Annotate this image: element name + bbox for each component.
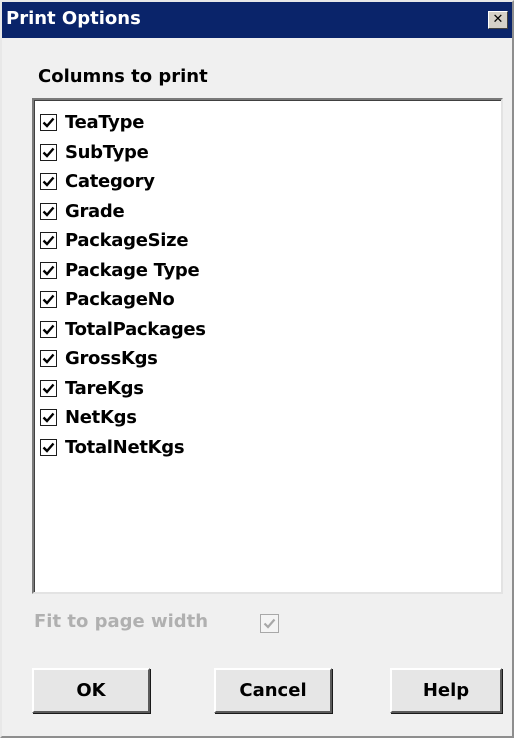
checkmark-icon xyxy=(42,442,55,453)
checkmark-icon xyxy=(42,412,55,424)
column-checkbox[interactable] xyxy=(40,232,57,250)
column-label: NetKgs xyxy=(65,407,137,429)
column-label: TareKgs xyxy=(65,377,144,399)
columns-list: TeaType SubType Category Grade PackageSize Pa… xyxy=(40,108,206,462)
checkmark-icon xyxy=(42,117,55,129)
checkmark-icon xyxy=(42,383,55,394)
close-icon: ✕ xyxy=(492,12,504,27)
checkmark-icon xyxy=(42,265,55,276)
column-list-item[interactable]: Grade xyxy=(40,197,206,227)
column-list-item[interactable]: GrossKgs xyxy=(40,344,206,374)
column-label: TotalNetKgs xyxy=(65,436,185,458)
column-checkbox[interactable] xyxy=(40,143,57,161)
column-checkbox[interactable] xyxy=(40,350,57,368)
column-list-item[interactable]: Package Type xyxy=(40,256,206,286)
column-list-item[interactable]: TotalPackages xyxy=(40,315,206,345)
column-label: GrossKgs xyxy=(65,348,158,370)
title-bar[interactable]: Print Options ✕ xyxy=(2,2,512,38)
print-options-dialog: Print Options ✕ Columns to print TeaType… xyxy=(0,0,514,738)
column-list-item[interactable]: SubType xyxy=(40,138,206,168)
checkmark-icon xyxy=(263,618,276,629)
column-list-item[interactable]: PackageNo xyxy=(40,285,206,315)
column-checkbox[interactable] xyxy=(40,261,57,279)
column-checkbox[interactable] xyxy=(40,379,57,397)
column-list-item[interactable]: TareKgs xyxy=(40,374,206,404)
checkmark-icon xyxy=(42,353,55,365)
fit-to-page-width-checkbox[interactable] xyxy=(260,614,279,633)
checkmark-icon xyxy=(42,324,55,335)
checkmark-icon xyxy=(42,176,55,188)
column-checkbox[interactable] xyxy=(40,202,57,220)
column-checkbox[interactable] xyxy=(40,320,57,338)
column-checkbox[interactable] xyxy=(40,114,57,132)
checkmark-icon xyxy=(42,294,55,306)
column-label: PackageSize xyxy=(65,230,189,252)
checkmark-icon xyxy=(42,206,55,217)
help-button[interactable]: Help xyxy=(390,668,502,713)
column-list-item[interactable]: Category xyxy=(40,167,206,197)
column-checkbox[interactable] xyxy=(40,291,57,309)
column-label: Grade xyxy=(65,200,125,222)
ok-button[interactable]: OK xyxy=(32,668,150,713)
column-list-item[interactable]: NetKgs xyxy=(40,403,206,433)
columns-to-print-label: Columns to print xyxy=(38,66,208,87)
checkmark-icon xyxy=(42,235,55,247)
columns-listbox[interactable]: TeaType SubType Category Grade PackageSize Pa… xyxy=(32,98,503,594)
column-label: Package Type xyxy=(65,259,200,281)
column-checkbox[interactable] xyxy=(40,409,57,427)
column-label: TeaType xyxy=(65,112,145,134)
column-label: Category xyxy=(65,171,155,193)
fit-to-page-width-label: Fit to page width xyxy=(34,611,209,632)
column-checkbox[interactable] xyxy=(40,438,57,456)
close-button[interactable]: ✕ xyxy=(488,11,508,29)
column-list-item[interactable]: PackageSize xyxy=(40,226,206,256)
checkmark-icon xyxy=(42,147,55,158)
column-checkbox[interactable] xyxy=(40,173,57,191)
column-label: PackageNo xyxy=(65,289,175,311)
cancel-button[interactable]: Cancel xyxy=(214,668,332,713)
column-list-item[interactable]: TotalNetKgs xyxy=(40,433,206,463)
column-list-item[interactable]: TeaType xyxy=(40,108,206,138)
column-label: TotalPackages xyxy=(65,318,206,340)
window-title: Print Options xyxy=(6,8,141,29)
column-label: SubType xyxy=(65,141,149,163)
